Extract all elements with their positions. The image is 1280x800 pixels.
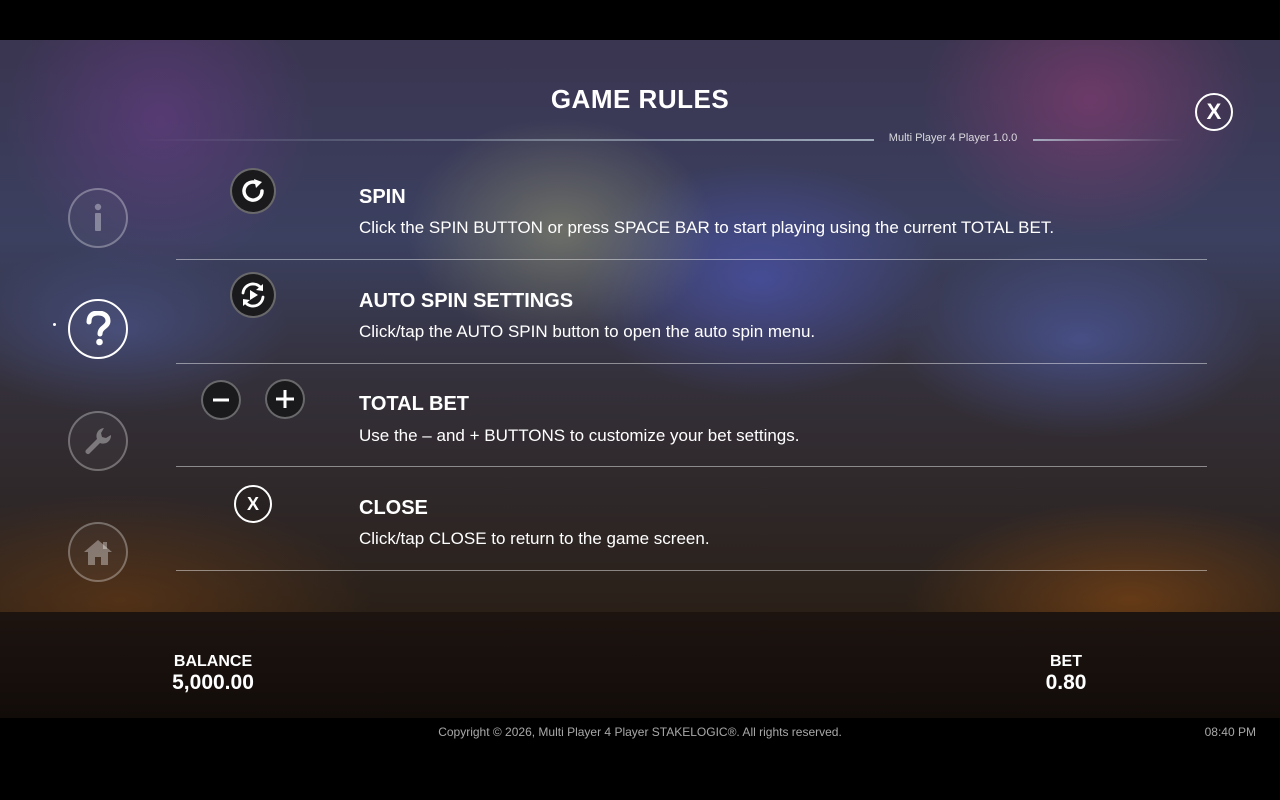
bottom-status-bar: BALANCE 5,000.00 BET 0.80 — [0, 612, 1280, 718]
divider-line — [1033, 139, 1183, 141]
minus-icon — [201, 380, 241, 420]
info-icon — [94, 203, 102, 231]
rule-row-auto-spin: AUTO SPIN SETTINGS Click/tap the AUTO SP… — [176, 259, 1207, 364]
balance-display: BALANCE 5,000.00 — [143, 653, 283, 695]
question-icon — [86, 311, 111, 346]
sidebar-item-help[interactable] — [68, 299, 128, 359]
rule-row-total-bet: TOTAL BET Use the – and + BUTTONS to cus… — [176, 362, 1207, 467]
footer: Copyright © 2026, Multi Player 4 Player … — [0, 718, 1280, 800]
sidebar-item-home[interactable] — [68, 522, 128, 582]
bet-display: BET 0.80 — [1016, 653, 1116, 695]
close-x-icon: X — [234, 485, 272, 523]
top-black-bar — [0, 0, 1280, 40]
copyright-text: Copyright © 2026, Multi Player 4 Player … — [438, 725, 842, 739]
rule-heading: CLOSE — [359, 497, 428, 519]
rule-description: Click/tap CLOSE to return to the game sc… — [359, 529, 710, 548]
active-indicator-dot — [53, 323, 56, 326]
bet-value: 0.80 — [1045, 671, 1087, 694]
rule-heading: AUTO SPIN SETTINGS — [359, 290, 574, 312]
sidebar-item-settings[interactable] — [68, 411, 128, 471]
rule-row-close: X CLOSE Click/tap CLOSE to return to the… — [176, 466, 1207, 571]
wrench-icon — [85, 428, 112, 454]
sidebar-item-info[interactable] — [68, 188, 128, 248]
rule-row-spin: SPIN Click the SPIN BUTTON or press SPAC… — [176, 155, 1207, 260]
version-label: Multi Player 4 Player 1.0.0 — [888, 132, 1018, 144]
rule-description: Click the SPIN BUTTON or press SPACE BAR… — [359, 218, 1055, 237]
plus-icon — [265, 379, 305, 419]
home-icon — [84, 540, 112, 565]
spin-icon — [230, 168, 276, 214]
auto-spin-icon — [230, 272, 276, 318]
close-x-icon: X — [1206, 99, 1222, 124]
rule-description: Use the – and + BUTTONS to customize you… — [359, 426, 800, 445]
close-button[interactable]: X — [1195, 93, 1233, 131]
rule-heading: SPIN — [359, 186, 406, 208]
page-title: GAME RULES — [550, 84, 730, 114]
rule-description: Click/tap the AUTO SPIN button to open t… — [359, 322, 816, 341]
balance-label: BALANCE — [173, 653, 253, 670]
balance-value: 5,000.00 — [172, 671, 254, 694]
clock: 08:40 PM — [1204, 725, 1256, 739]
divider-line — [136, 139, 874, 141]
rule-heading: TOTAL BET — [359, 393, 469, 415]
bet-label: BET — [1050, 653, 1082, 670]
